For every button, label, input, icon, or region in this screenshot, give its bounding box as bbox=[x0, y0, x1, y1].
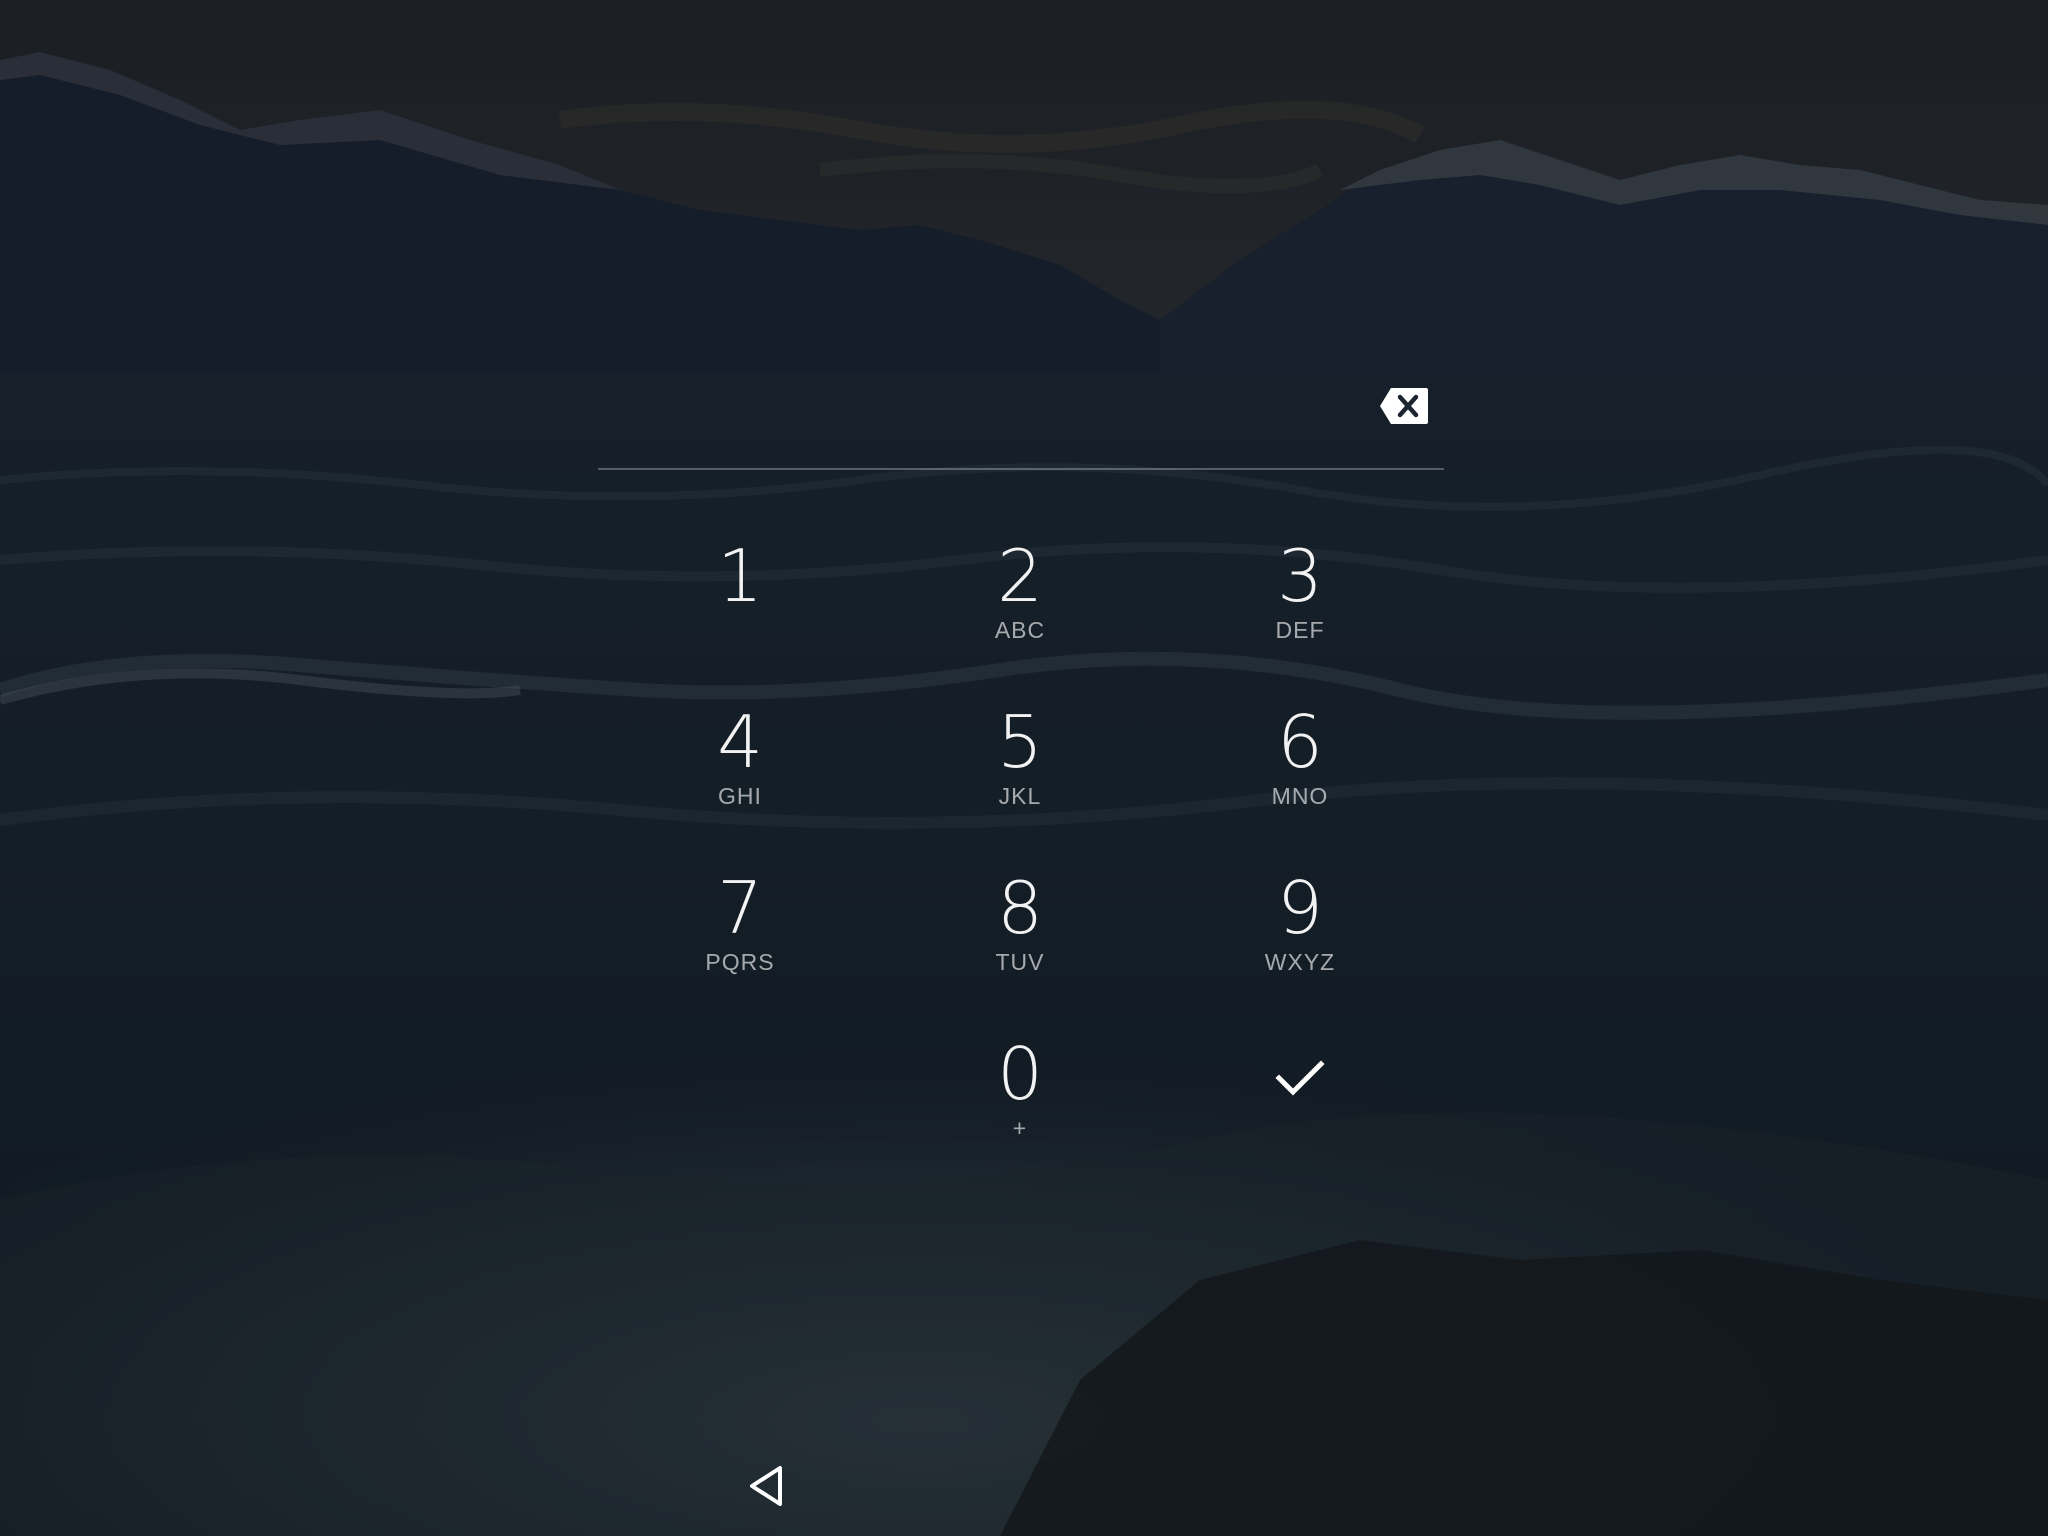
key-digit: 6 bbox=[1277, 700, 1323, 784]
key-letters: PQRS bbox=[705, 949, 775, 975]
key-letters: DEF bbox=[1275, 617, 1325, 643]
nav-back-button[interactable] bbox=[746, 1462, 790, 1510]
key-3[interactable]: 3 DEF bbox=[1160, 500, 1440, 666]
lock-screen: 1 2 ABC 3 DEF 4 GHI 5 JKL 6 MNO 7 PQRS 8 bbox=[0, 0, 2048, 1536]
key-digit: 5 bbox=[997, 700, 1043, 784]
key-letters: JKL bbox=[998, 783, 1042, 809]
key-6[interactable]: 6 MNO bbox=[1160, 666, 1440, 832]
key-digit: 0 bbox=[997, 1032, 1043, 1116]
key-digit: 7 bbox=[717, 866, 763, 950]
key-letters: TUV bbox=[995, 949, 1045, 975]
numeric-keypad: 1 2 ABC 3 DEF 4 GHI 5 JKL 6 MNO 7 PQRS 8 bbox=[600, 500, 1440, 1170]
key-1[interactable]: 1 bbox=[600, 500, 880, 666]
checkmark-icon bbox=[1275, 1060, 1325, 1096]
key-9[interactable]: 9 WXYZ bbox=[1160, 832, 1440, 998]
key-5[interactable]: 5 JKL bbox=[880, 666, 1160, 832]
back-triangle-icon bbox=[750, 1466, 782, 1506]
key-digit: 1 bbox=[717, 534, 763, 618]
pin-entry-field[interactable] bbox=[598, 370, 1444, 470]
key-4[interactable]: 4 GHI bbox=[600, 666, 880, 832]
key-digit: 4 bbox=[717, 700, 763, 784]
enter-button[interactable] bbox=[1160, 998, 1440, 1164]
key-letters: WXYZ bbox=[1264, 949, 1336, 975]
key-0[interactable]: 0 + bbox=[880, 998, 1160, 1164]
key-letters: GHI bbox=[718, 783, 762, 809]
key-digit: 3 bbox=[1277, 534, 1323, 618]
backspace-button[interactable] bbox=[1378, 386, 1430, 426]
backspace-icon bbox=[1380, 388, 1428, 424]
key-letters: MNO bbox=[1271, 783, 1329, 809]
key-letters: ABC bbox=[994, 617, 1046, 643]
key-digit: 9 bbox=[1277, 866, 1323, 950]
key-7[interactable]: 7 PQRS bbox=[600, 832, 880, 998]
key-letters: + bbox=[1012, 1115, 1028, 1141]
pin-underline bbox=[598, 468, 1444, 470]
key-8[interactable]: 8 TUV bbox=[880, 832, 1160, 998]
key-2[interactable]: 2 ABC bbox=[880, 500, 1160, 666]
key-digit: 2 bbox=[997, 534, 1043, 618]
key-digit: 8 bbox=[997, 866, 1043, 950]
